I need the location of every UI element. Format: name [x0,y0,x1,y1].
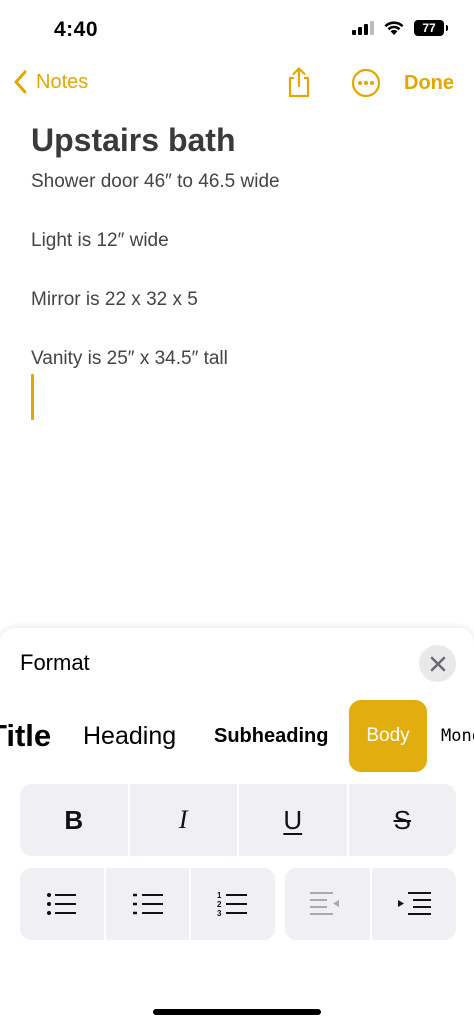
svg-text:1: 1 [217,891,222,900]
cellular-signal-icon [352,21,374,35]
battery-icon: 77 [414,20,448,36]
svg-text:3: 3 [217,909,222,918]
style-monostyled[interactable]: Monostyled [441,700,474,772]
note-line[interactable]: Mirror is 22 x 32 x 5 [31,288,198,312]
svg-text:2: 2 [217,900,222,909]
dashed-list-icon [132,893,163,915]
note-line[interactable]: Light is 12″ wide [31,229,169,253]
decrease-indent-button[interactable] [285,868,370,940]
increase-indent-button[interactable] [369,868,456,940]
ellipsis-circle-icon[interactable] [349,66,383,100]
note-line[interactable]: Vanity is 25″ x 34.5″ tall [31,347,228,371]
numbered-list-button[interactable]: 1 2 3 [189,868,275,940]
nav-bar: Notes Done [0,62,474,106]
notes-screen: 4:40 77 Notes Done Upstairs bath Shower … [0,0,474,1025]
format-sheet: Format Title Heading Subheading Body Mon… [0,628,474,1025]
decrease-indent-icon [310,892,340,915]
home-indicator[interactable] [153,1009,321,1015]
style-title[interactable]: Title [0,700,51,772]
format-title: Format [20,650,90,675]
status-time: 4:40 [54,18,99,41]
strikethrough-button[interactable]: S [346,784,456,856]
status-bar: 4:40 77 [0,0,474,60]
style-body-selected[interactable]: Body [349,700,427,772]
close-icon [430,656,445,671]
note-editor[interactable]: Upstairs bath Shower door 46″ to 46.5 wi… [31,118,450,420]
dashed-list-button[interactable] [103,868,190,940]
bold-button[interactable]: B [20,784,128,856]
status-icons: 77 [352,20,448,36]
list-style-buttons: 1 2 3 [20,868,275,940]
done-button[interactable]: Done [404,72,454,95]
numbered-list-icon: 1 2 3 [217,891,248,918]
underline-button[interactable]: U [237,784,347,856]
increase-indent-icon [397,892,431,915]
back-label: Notes [36,70,89,93]
wifi-icon [384,21,404,35]
note-title[interactable]: Upstairs bath [31,118,450,162]
note-line[interactable]: Shower door 46″ to 46.5 wide [31,170,280,194]
paragraph-style-picker: Title Heading Subheading Body Monostyled [0,700,474,774]
italic-button[interactable]: I [127,784,237,856]
chevron-left-icon [14,70,27,94]
bulleted-list-icon [46,893,76,915]
text-cursor [31,374,34,420]
text-style-buttons: B I U S [20,784,456,856]
close-button[interactable] [419,645,456,682]
share-icon[interactable] [282,66,316,100]
back-button[interactable]: Notes [10,68,88,96]
style-heading[interactable]: Heading [83,700,176,772]
bulleted-list-button[interactable] [20,868,104,940]
indent-buttons [285,868,456,940]
style-subheading[interactable]: Subheading [214,700,328,772]
